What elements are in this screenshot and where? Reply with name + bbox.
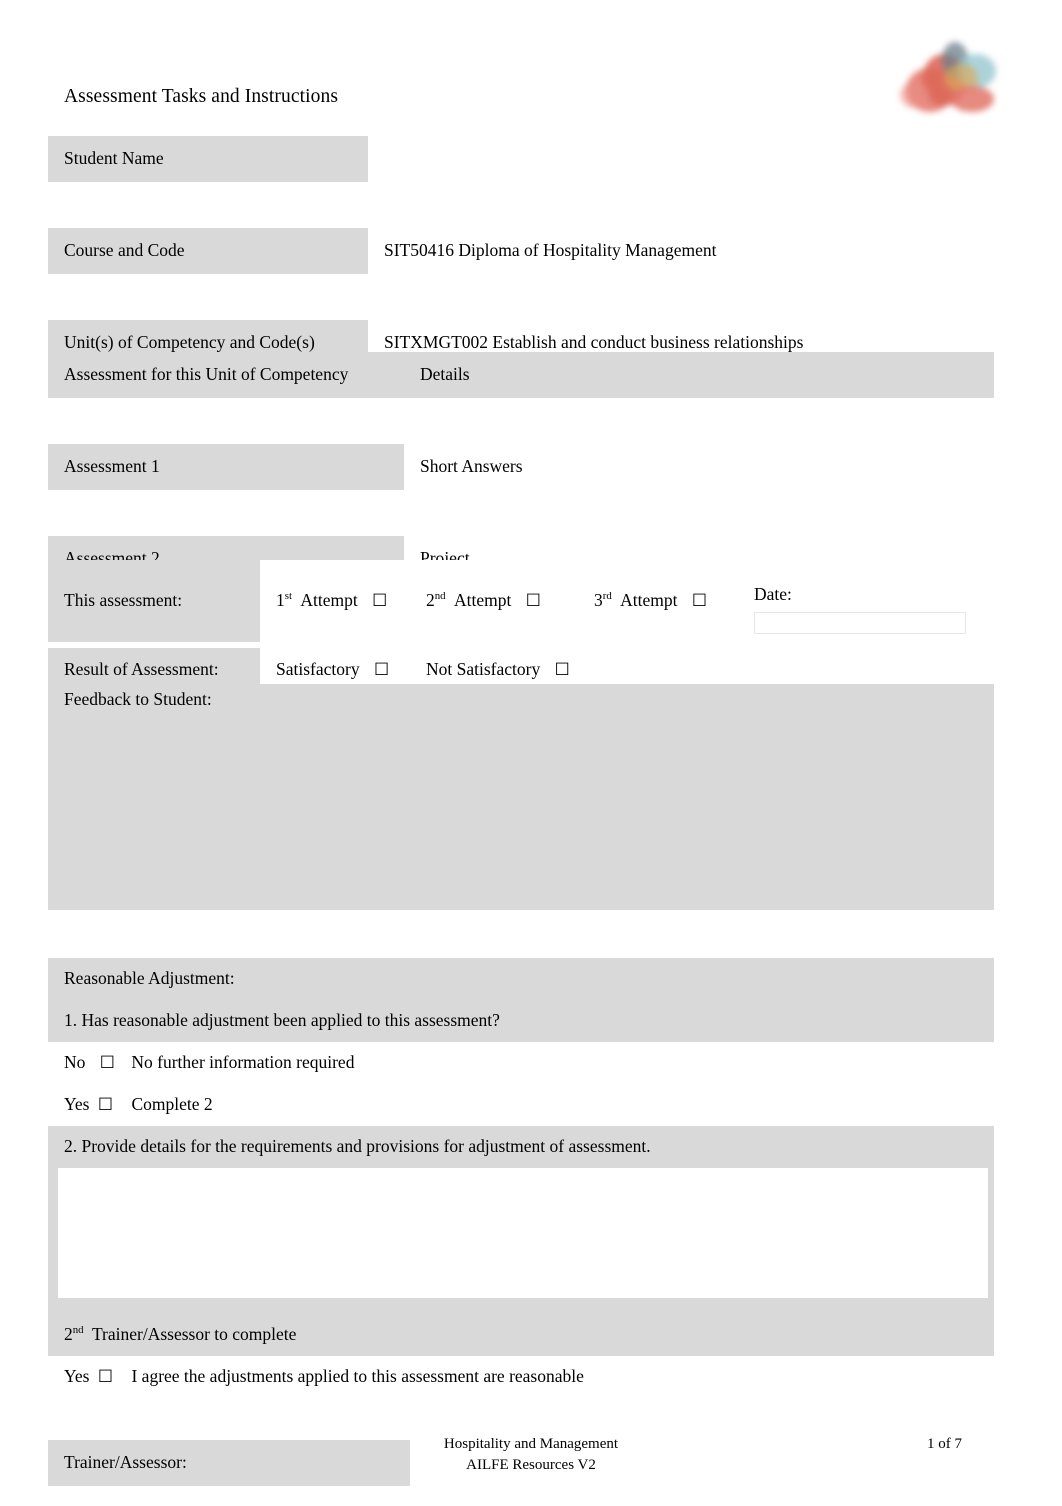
feedback-to-student-label: Feedback to Student: (64, 689, 212, 709)
not-satisfactory-label: Not Satisfactory (426, 659, 541, 680)
reasonable-adjustment-question-2: 2. Provide details for the requirements … (48, 1126, 994, 1168)
satisfactory-checkbox[interactable]: ☐ (374, 660, 389, 680)
no-label: No (64, 1052, 86, 1073)
yes-label: Yes (64, 1094, 90, 1115)
reasonable-adjustment-question-1: 1. Has reasonable adjustment been applie… (48, 1000, 994, 1042)
student-name-field[interactable] (368, 136, 870, 182)
this-assessment-label: This assessment: (48, 560, 260, 642)
attempt-1-cell: 1st Attempt ☐ (260, 560, 410, 642)
not-satisfactory-checkbox[interactable]: ☐ (555, 660, 570, 680)
organisation-logo-icon (898, 38, 1002, 116)
table-row: Course and Code SIT50416 Diploma of Hosp… (48, 228, 870, 274)
footer-line-1: Hospitality and Management (443, 1436, 619, 1452)
adjustment-details-input[interactable] (58, 1168, 988, 1298)
assessment-unit-header: Assessment for this Unit of Competency (48, 352, 404, 398)
attempt-1-ordinal: 1st (276, 590, 292, 611)
table-row: 2nd Trainer/Assessor to complete (48, 1314, 994, 1356)
second-assessor-text: Trainer/Assessor to complete (91, 1324, 297, 1345)
no-checkbox[interactable]: ☐ (100, 1053, 115, 1073)
yes-checkbox[interactable]: ☐ (98, 1095, 113, 1115)
second-assessor-heading: 2nd Trainer/Assessor to complete (48, 1314, 994, 1356)
table-row: Yes ☐ I agree the adjustments applied to… (48, 1356, 994, 1398)
attempt-2-checkbox[interactable]: ☐ (526, 591, 541, 611)
table-row: No ☐ No further information required (48, 1042, 994, 1084)
attempt-row: This assessment: 1st Attempt ☐ 2nd Attem… (48, 560, 994, 642)
page-number: 1 of 7 (927, 1436, 962, 1452)
table-row: 2. Provide details for the requirements … (48, 1126, 994, 1168)
footer-center: Hospitality and Management AILFE Resourc… (0, 1434, 1062, 1476)
course-code-field[interactable]: SIT50416 Diploma of Hospitality Manageme… (368, 228, 870, 274)
table-row: Student Name (48, 136, 870, 182)
assessment-details-header: Details (404, 352, 994, 398)
yes-option-row: Yes ☐ Complete 2 (48, 1084, 994, 1126)
attempt-3-checkbox[interactable]: ☐ (692, 591, 707, 611)
date-label: Date: (754, 584, 792, 604)
table-row: Assessment 1 Short Answers (48, 444, 994, 490)
no-text: No further information required (131, 1052, 355, 1073)
attempt-1-label: Attempt (300, 590, 358, 611)
row-spacer (48, 274, 870, 320)
page-footer: Hospitality and Management AILFE Resourc… (0, 1434, 1062, 1494)
yes-text: Complete 2 (131, 1094, 213, 1115)
footer-line-2: AILFE Resources V2 (466, 1457, 596, 1473)
row-spacer (48, 398, 994, 444)
agree-label: Yes (64, 1366, 90, 1387)
reasonable-adjustment-heading: Reasonable Adjustment: (48, 958, 994, 1000)
assessment-1-value: Short Answers (404, 444, 994, 490)
attempt-2-ordinal: 2nd (426, 590, 446, 611)
attempt-3-cell: 3rd Attempt ☐ (578, 560, 738, 642)
agree-checkbox[interactable]: ☐ (98, 1367, 113, 1387)
second-assessor-ordinal: 2nd (64, 1324, 84, 1345)
satisfactory-label: Satisfactory (276, 659, 360, 680)
no-option-row: No ☐ No further information required (48, 1042, 994, 1084)
table-row: Reasonable Adjustment: (48, 958, 994, 1000)
page-title: Assessment Tasks and Instructions (64, 86, 339, 107)
attempt-result-table: This assessment: 1st Attempt ☐ 2nd Attem… (48, 560, 994, 692)
agree-text: I agree the adjustments applied to this … (131, 1366, 584, 1387)
assessment-1-label: Assessment 1 (48, 444, 404, 490)
attempt-3-label: Attempt (620, 590, 678, 611)
row-spacer (48, 182, 870, 228)
course-code-label: Course and Code (48, 228, 368, 274)
attempt-1-checkbox[interactable]: ☐ (372, 591, 387, 611)
attempt-3-ordinal: 3rd (594, 590, 612, 611)
table-row: Yes ☐ Complete 2 (48, 1084, 994, 1126)
date-input[interactable] (754, 611, 966, 634)
student-name-label: Student Name (48, 136, 368, 182)
agree-option-row: Yes ☐ I agree the adjustments applied to… (48, 1356, 994, 1398)
document-page: Assessment Tasks and Instructions Studen… (0, 0, 1062, 1506)
date-cell: Date: (738, 560, 994, 642)
attempt-2-label: Attempt (453, 590, 512, 611)
feedback-to-student-field[interactable] (48, 684, 994, 910)
table-row: 1. Has reasonable adjustment been applie… (48, 1000, 994, 1042)
row-spacer (48, 490, 994, 536)
attempt-2-cell: 2nd Attempt ☐ (410, 560, 578, 642)
table-header-row: Assessment for this Unit of Competency D… (48, 352, 994, 398)
